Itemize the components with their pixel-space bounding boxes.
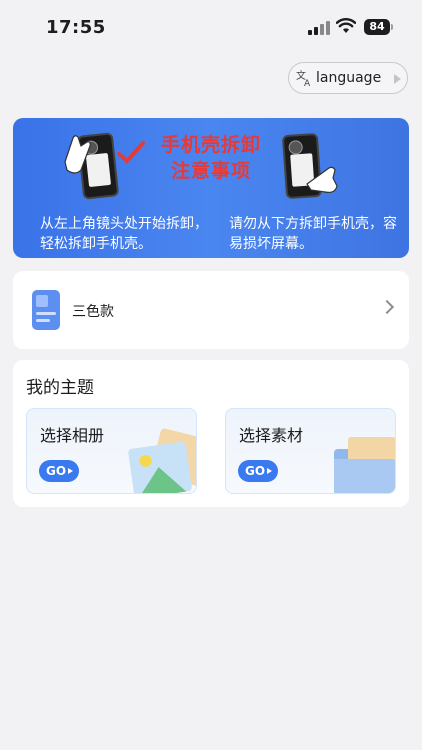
- section-title: 我的主题: [26, 378, 94, 398]
- select-album-label: 选择相册: [40, 426, 105, 445]
- arrow-right-icon: [394, 74, 401, 84]
- hand-icon: [306, 166, 338, 193]
- my-theme-section: 我的主题 选择相册 GO 选择素材 GO: [13, 360, 409, 507]
- wifi-icon: [336, 18, 356, 33]
- hand-icon: [64, 135, 91, 174]
- status-bar: 17:55 84: [0, 0, 422, 56]
- folder-front-icon: [334, 459, 395, 493]
- battery-level: 84: [364, 19, 390, 35]
- language-button[interactable]: 文 A language: [288, 62, 408, 94]
- case-style-row[interactable]: 三色款: [13, 271, 409, 349]
- banner-tip-left: 从左上角镜头处开始拆卸，轻松拆卸手机壳。: [40, 216, 208, 252]
- checkmark-icon: [117, 141, 145, 164]
- translate-icon: 文 A: [296, 69, 311, 87]
- battery-icon: [391, 24, 393, 30]
- select-material-tile[interactable]: 选择素材 GO: [225, 408, 396, 494]
- chevron-right-icon: [379, 299, 395, 315]
- go-button[interactable]: GO: [238, 460, 278, 482]
- image-icon: [127, 441, 193, 493]
- language-label: language: [316, 70, 382, 86]
- go-button[interactable]: GO: [39, 460, 79, 482]
- phone-case-icon: [32, 290, 60, 330]
- select-material-label: 选择素材: [239, 426, 304, 445]
- case-style-label: 三色款: [72, 304, 114, 320]
- banner-tip-right: 请勿从下方拆卸手机壳，容易损坏屏幕。: [229, 216, 397, 252]
- svg-text:A: A: [304, 79, 311, 87]
- select-album-tile[interactable]: 选择相册 GO: [26, 408, 197, 494]
- case-removal-notice-banner[interactable]: 手机壳拆卸 注意事项 从左上角镜头处开始拆卸，轻松拆卸手机壳。 请勿从下方拆卸手…: [13, 118, 409, 258]
- status-time: 17:55: [46, 17, 106, 38]
- cellular-signal-icon: [308, 21, 330, 35]
